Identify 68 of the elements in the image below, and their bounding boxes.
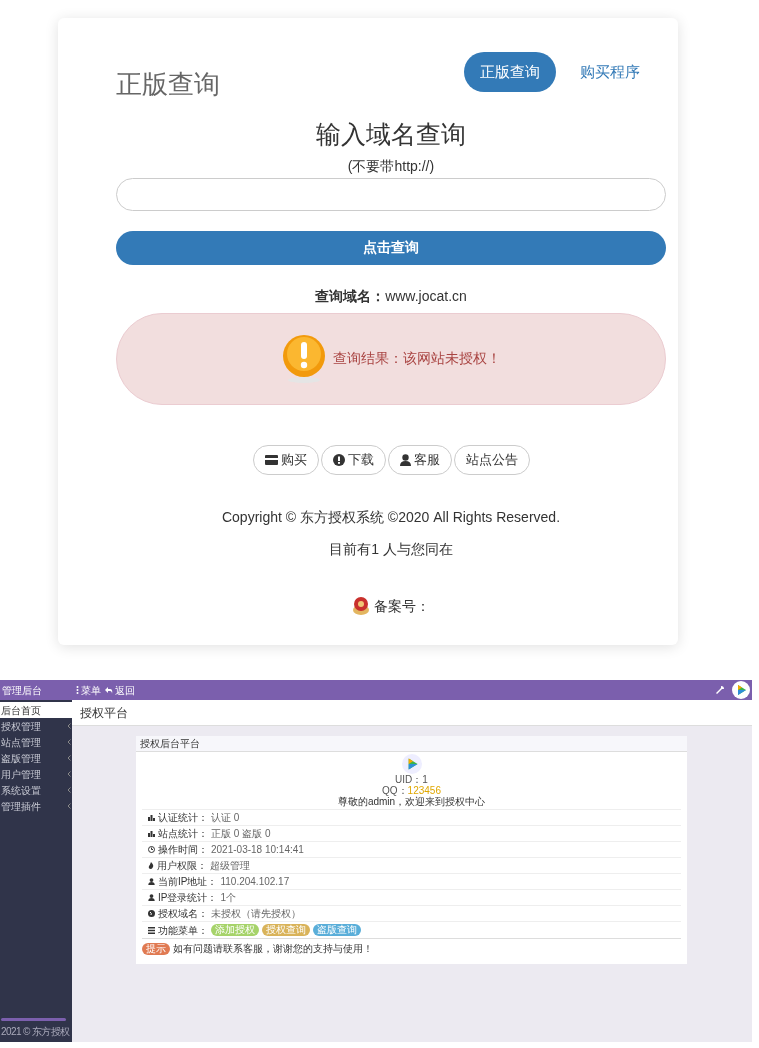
- chart-icon: [148, 830, 155, 837]
- info-value: 未授权（请先授权）: [211, 907, 301, 921]
- info-value: 认证 0: [211, 811, 240, 825]
- emblem-icon: [352, 596, 370, 616]
- sidebar-item[interactable]: 盗版管理: [0, 750, 72, 766]
- info-value: 110.204.102.17: [220, 875, 290, 889]
- chart-icon: [148, 814, 155, 821]
- result-text: 查询结果：该网站未授权！: [333, 349, 501, 368]
- user-icon: [399, 453, 411, 466]
- query-button[interactable]: 点击查询: [116, 230, 666, 265]
- toolbar-button[interactable]: 返回: [105, 682, 135, 698]
- notice-text: 如有问题请联系客服，谢谢您的支持与使用！: [173, 942, 373, 956]
- sidebar-item[interactable]: 授权管理: [0, 718, 72, 734]
- online-text: 目前有1 人与您同在: [329, 539, 453, 559]
- sidebar-item[interactable]: 用户管理: [0, 766, 72, 782]
- admin-brand: 管理后台: [1, 683, 43, 698]
- notice-badge: 提示: [142, 942, 170, 955]
- link-button[interactable]: 下载: [320, 444, 386, 475]
- sidebar-item[interactable]: 系统设置: [0, 782, 72, 798]
- info-label: 站点统计：: [158, 827, 208, 841]
- wrench-icon[interactable]: [716, 686, 724, 694]
- info-value: 正版 0 盗版 0: [211, 827, 271, 841]
- info-label: 操作时间：: [158, 843, 208, 857]
- sidebar-item[interactable]: 后台首页: [0, 702, 72, 718]
- menu-icon: [76, 686, 79, 694]
- globe-icon: [148, 910, 155, 917]
- user-icon: [148, 894, 155, 901]
- info-label: 功能菜单：: [158, 923, 208, 938]
- nav-tab[interactable]: 正版查询: [464, 52, 556, 92]
- sidebar-item[interactable]: 管理插件: [0, 798, 72, 814]
- page-title: 正版查询: [116, 68, 220, 101]
- info-value: 超级管理: [210, 859, 250, 873]
- content-title: 授权平台: [80, 704, 128, 722]
- uid-text: UID：1: [395, 774, 428, 785]
- info-label: 认证统计：: [158, 811, 208, 825]
- icp-text: 备案号：: [374, 596, 430, 616]
- user-icon: [148, 878, 155, 885]
- toolbar-button[interactable]: 菜单: [76, 682, 101, 698]
- info-value: 1个: [220, 891, 236, 905]
- queried-domain: 查询域名：www.jocat.cn: [315, 286, 467, 306]
- list-icon: [148, 926, 155, 934]
- clock-icon: [148, 846, 155, 853]
- sidebar-footer: 2021 © 东方授权: [1, 1024, 71, 1039]
- link-button[interactable]: 购买: [252, 444, 319, 475]
- hint-text: (不要带http://): [347, 156, 435, 176]
- card-icon: [264, 454, 278, 465]
- avatar-icon: [401, 754, 422, 774]
- copyright-text: Copyright © 东方授权系统 ©2020 All Rights Reserved.: [221, 507, 561, 527]
- sidebar-bar: [1, 1018, 66, 1021]
- domain-input[interactable]: [116, 177, 666, 211]
- panel-title: 授权后台平台: [140, 737, 200, 751]
- back-icon: [105, 686, 113, 694]
- info-label: 当前IP地址：: [158, 875, 218, 889]
- info-label: 授权域名：: [158, 907, 208, 921]
- warning-icon: [281, 333, 327, 384]
- welcome-text: 尊敬的admin，欢迎来到授权中心: [337, 796, 486, 807]
- exclamation-icon: [332, 453, 345, 466]
- section-heading: 输入域名查询: [316, 119, 466, 150]
- sidebar-item[interactable]: 站点管理: [0, 734, 72, 750]
- link-button[interactable]: 客服: [387, 444, 452, 475]
- info-label: IP登录统计：: [158, 891, 218, 905]
- info-value: 2021-03-18 10:14:41: [211, 843, 304, 857]
- flame-icon: [148, 862, 154, 869]
- qq-label: QQ：123456: [382, 785, 441, 796]
- nav-tab[interactable]: 购买程序: [564, 52, 656, 92]
- info-label: 用户权限：: [157, 859, 207, 873]
- avatar-icon[interactable]: [732, 681, 750, 699]
- link-button[interactable]: 站点公告: [453, 444, 530, 475]
